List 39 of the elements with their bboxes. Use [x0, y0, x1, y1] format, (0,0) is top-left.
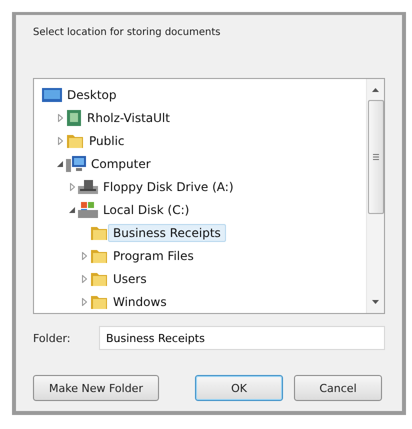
scroll-down-icon[interactable] — [372, 300, 379, 304]
user-folder-icon — [66, 110, 82, 126]
computer-icon — [66, 156, 86, 172]
collapsed-arrow-icon[interactable] — [82, 274, 86, 282]
expanded-arrow-icon[interactable] — [57, 160, 63, 166]
tree-item[interactable]: Rholz-VistaUlt — [82, 108, 175, 126]
scroll-up-icon[interactable] — [372, 88, 379, 92]
drive-icon — [78, 180, 98, 194]
collapsed-arrow-icon[interactable] — [82, 252, 86, 260]
tree-item[interactable]: Program Files — [108, 246, 199, 264]
tree-item[interactable]: Business Receipts — [108, 224, 226, 242]
grip-icon — [372, 154, 378, 160]
folder-label: Folder: — [33, 332, 72, 344]
scrollbar[interactable] — [366, 79, 384, 313]
new-folder-button[interactable]: Make New Folder — [33, 375, 159, 401]
collapsed-arrow-icon[interactable] — [58, 136, 62, 144]
folder-name-field[interactable]: Business Receipts — [99, 326, 385, 350]
folder-icon — [90, 270, 108, 286]
monitor-icon — [42, 88, 62, 102]
expanded-arrow-icon[interactable] — [69, 206, 75, 212]
tree-item[interactable]: Floppy Disk Drive (A:) — [98, 178, 239, 196]
tree-item[interactable]: Desktop — [62, 86, 122, 104]
tree-item[interactable]: Public — [84, 132, 130, 150]
folder-icon — [66, 132, 84, 148]
folder-icon — [90, 294, 108, 310]
tree-item[interactable]: Computer — [86, 154, 156, 172]
disk-drive-icon — [78, 202, 98, 218]
collapsed-arrow-icon[interactable] — [82, 298, 86, 306]
dialog-prompt: Select location for storing documents — [33, 27, 222, 38]
tree-item[interactable]: Windows — [108, 292, 172, 310]
collapsed-arrow-icon[interactable] — [58, 114, 62, 122]
tree-item[interactable]: Users — [108, 270, 152, 288]
folder-icon — [90, 224, 108, 240]
scroll-thumb[interactable] — [368, 100, 384, 214]
tree-item[interactable]: Local Disk (C:) — [98, 200, 194, 218]
cancel-button[interactable]: Cancel — [294, 375, 382, 401]
folder-icon — [90, 248, 108, 264]
ok-button[interactable]: OK — [195, 375, 283, 401]
collapsed-arrow-icon[interactable] — [70, 182, 74, 190]
